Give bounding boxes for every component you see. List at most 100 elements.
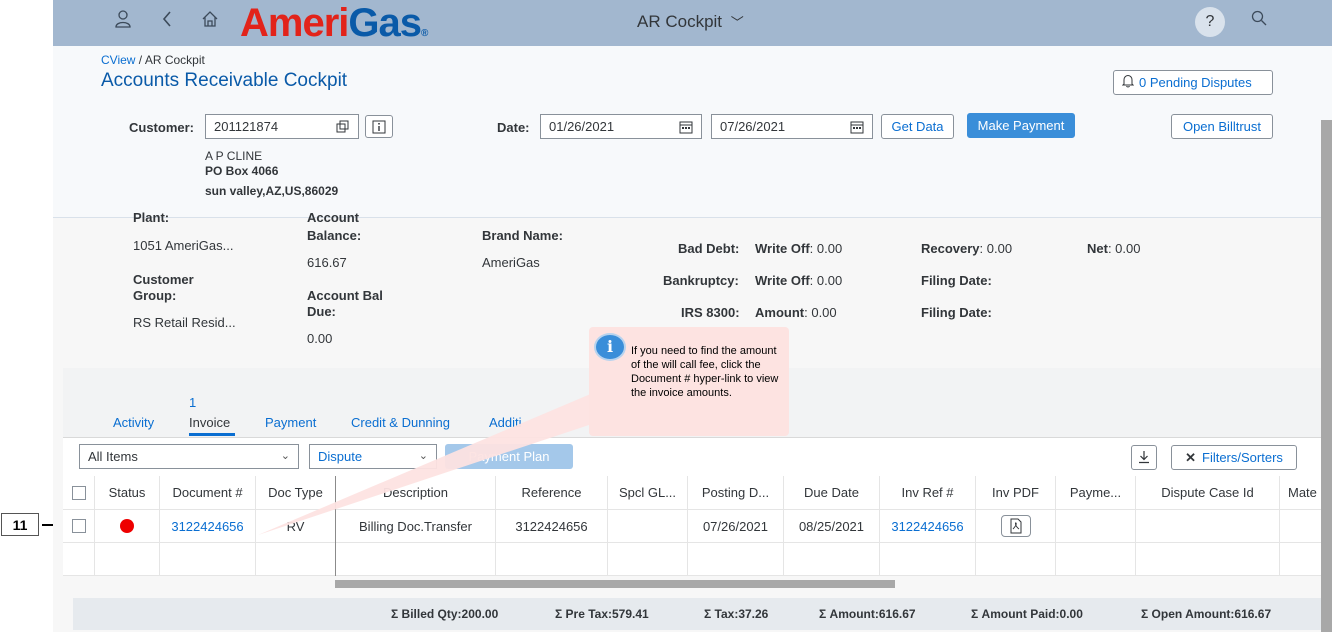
horizontal-scrollbar[interactable]: [335, 580, 895, 588]
tab-payment[interactable]: Payment: [265, 415, 316, 430]
logo-gas: Gas: [348, 1, 422, 45]
tab-activity[interactable]: Activity: [113, 415, 154, 430]
tab-invoice[interactable]: Invoice: [189, 415, 230, 430]
search-icon[interactable]: [1251, 10, 1267, 31]
tab-additional[interactable]: Additi: [489, 415, 522, 430]
get-data-button[interactable]: Get Data: [881, 114, 954, 139]
download-button[interactable]: [1131, 445, 1157, 470]
help-button[interactable]: ?: [1195, 7, 1225, 37]
status-red-dot-icon: [120, 519, 134, 533]
tab-active-indicator: [189, 433, 235, 436]
select-all-checkbox-cell[interactable]: [63, 476, 95, 509]
brand-name-value: AmeriGas: [482, 255, 540, 270]
bell-icon: [1121, 72, 1135, 95]
home-icon[interactable]: [197, 10, 223, 34]
invoice-table: Status Document # Doc Type Description R…: [63, 476, 1332, 588]
make-payment-button[interactable]: Make Payment: [967, 113, 1075, 138]
customer-input[interactable]: 201121874: [205, 114, 359, 139]
customer-value: 201121874: [214, 119, 279, 134]
total-amount-paid: Σ Amount Paid:0.00: [971, 607, 1083, 621]
app-title-menu[interactable]: AR Cockpit ﹀: [637, 12, 744, 32]
column-header-posting-date[interactable]: Posting D...: [688, 476, 784, 509]
total-billed-qty: Σ Billed Qty:200.00: [391, 607, 499, 621]
column-header-status[interactable]: Status: [95, 476, 160, 509]
column-header-document[interactable]: Document #: [160, 476, 256, 509]
column-header-spcl-gl[interactable]: Spcl GL...: [608, 476, 688, 509]
table-row[interactable]: 3122424656 RV Billing Doc.Transfer 31224…: [63, 510, 1332, 543]
empty-cell: [784, 543, 880, 575]
page-header: CView / AR Cockpit Accounts Receivable C…: [53, 46, 1332, 218]
customer-group-value: RS Retail Resid...: [133, 315, 236, 330]
value-help-icon[interactable]: [336, 115, 350, 141]
customer-info-button[interactable]: [365, 115, 393, 138]
column-header-doc-type[interactable]: Doc Type: [256, 476, 336, 509]
date-label: Date:: [497, 120, 530, 135]
column-header-due-date[interactable]: Due Date: [784, 476, 880, 509]
row-checkbox-cell[interactable]: [63, 510, 95, 542]
breadcrumb-current: AR Cockpit: [144, 53, 205, 67]
table-toolbar: All Items ⌄ Dispute ⌄ Payment Plan ✕ Filt…: [63, 438, 1332, 476]
logo-ameri: Ameri: [240, 1, 349, 45]
empty-cell: [336, 543, 496, 575]
pdf-icon[interactable]: [1000, 515, 1031, 537]
pending-disputes-label: 0 Pending Disputes: [1139, 75, 1252, 90]
tab-credit-dunning[interactable]: Credit & Dunning: [351, 415, 450, 430]
amount-label: Amount: [755, 305, 805, 320]
items-filter-value: All Items: [88, 449, 138, 464]
vertical-scrollbar[interactable]: [1321, 120, 1332, 632]
write-off-label: Write Off: [755, 273, 810, 288]
inv-ref-link[interactable]: 3122424656: [880, 510, 976, 542]
tutorial-callout: i If you need to find the amount of the …: [589, 327, 789, 436]
total-pre-tax: Σ Pre Tax:579.41: [555, 607, 649, 621]
user-icon[interactable]: [110, 10, 136, 34]
date-from-input[interactable]: 01/26/2021: [540, 114, 702, 139]
description-cell: Billing Doc.Transfer: [336, 510, 496, 542]
bankruptcy-filing-date-label: Filing Date:: [921, 273, 992, 288]
irs-amount: Amount: 0.00: [755, 305, 837, 320]
open-billtrust-button[interactable]: Open Billtrust: [1171, 114, 1273, 139]
column-header-reference[interactable]: Reference: [496, 476, 608, 509]
calendar-icon[interactable]: [850, 115, 864, 141]
column-header-inv-ref[interactable]: Inv Ref #: [880, 476, 976, 509]
empty-cell: [160, 543, 256, 575]
frozen-column-divider: [335, 476, 336, 576]
recovery: Recovery: 0.00: [921, 241, 1012, 256]
spcl-gl-cell: [608, 510, 688, 542]
page-title: Accounts Receivable Cockpit: [101, 70, 348, 91]
filters-sorters-button[interactable]: ✕ Filters/Sorters: [1171, 445, 1297, 470]
chevron-down-icon: ⌄: [280, 450, 290, 462]
column-header-dispute-case-id[interactable]: Dispute Case Id: [1136, 476, 1280, 509]
column-header-description[interactable]: Description: [336, 476, 496, 509]
write-off-value: : 0.00: [809, 273, 843, 288]
customer-address-line2: sun valley,AZ,US,86029: [205, 184, 339, 198]
callout-text: If you need to find the amount of the wi…: [631, 345, 779, 399]
tab-invoice-count[interactable]: 1: [189, 395, 196, 410]
pending-disputes-button[interactable]: 0 Pending Disputes: [1113, 70, 1273, 95]
document-number-link[interactable]: 3122424656: [160, 510, 256, 542]
payment-plan-button[interactable]: Payment Plan: [445, 444, 573, 469]
brand-name-label: Brand Name:: [482, 228, 563, 243]
row-checkbox[interactable]: [71, 519, 86, 533]
back-icon[interactable]: [154, 10, 180, 34]
empty-cell: [1056, 543, 1136, 575]
dispute-select[interactable]: Dispute ⌄: [309, 444, 437, 469]
column-header-inv-pdf[interactable]: Inv PDF: [976, 476, 1056, 509]
select-all-checkbox[interactable]: [71, 485, 86, 500]
items-filter-select[interactable]: All Items ⌄: [79, 444, 299, 469]
empty-cell: [1136, 543, 1280, 575]
balance-label: Balance:: [307, 228, 362, 243]
total-open-amount: Σ Open Amount:616.67: [1141, 607, 1272, 621]
breadcrumb-cview[interactable]: CView: [101, 53, 135, 67]
table-header-row: Status Document # Doc Type Description R…: [63, 476, 1332, 510]
close-icon: ✕: [1185, 450, 1196, 465]
calendar-icon[interactable]: [679, 115, 693, 141]
dispute-case-cell: [1136, 510, 1280, 542]
customer-name: A P CLINE: [205, 149, 263, 163]
column-header-payment[interactable]: Payme...: [1056, 476, 1136, 509]
customer-group-label-2: Group:: [133, 288, 177, 303]
dispute-select-value: Dispute: [318, 449, 363, 464]
date-to-input[interactable]: 07/26/2021: [711, 114, 873, 139]
due-date-cell: 08/25/2021: [784, 510, 880, 542]
empty-cell: [688, 543, 784, 575]
chevron-down-icon: ⌄: [418, 450, 428, 462]
